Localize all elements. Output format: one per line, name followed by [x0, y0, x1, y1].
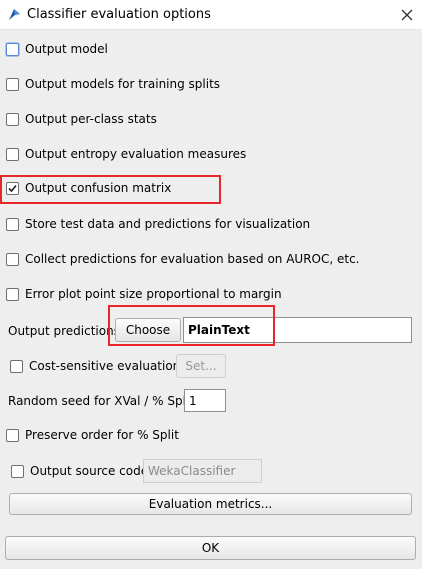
collect-predictions-option[interactable]: Collect predictions for evaluation based…	[6, 249, 360, 269]
preserve-order-label: Preserve order for % Split	[25, 428, 179, 442]
output-model-checkbox[interactable]	[6, 42, 19, 56]
random-seed-value: 1	[189, 393, 197, 408]
output-models-training-splits-checkbox[interactable]	[6, 77, 19, 91]
store-test-data-checkbox[interactable]	[6, 217, 19, 231]
collect-predictions-label: Collect predictions for evaluation based…	[25, 252, 360, 266]
checkmark-icon	[8, 184, 17, 192]
collect-predictions-checkbox[interactable]	[6, 252, 19, 266]
cost-sensitive-option[interactable]: Cost-sensitive evaluation	[10, 356, 180, 376]
output-predictions-label: Output predictions	[8, 324, 120, 338]
ok-button[interactable]: OK	[5, 536, 416, 560]
options-panel: Output model Output models for training …	[0, 30, 422, 569]
output-source-code-option[interactable]: Output source code	[11, 461, 148, 481]
choose-button[interactable]: Choose	[115, 318, 181, 342]
output-entropy-option[interactable]: Output entropy evaluation measures	[6, 144, 246, 164]
error-plot-checkbox[interactable]	[6, 287, 19, 301]
title-bar: Classifier evaluation options	[0, 0, 422, 30]
output-per-class-stats-label: Output per-class stats	[25, 112, 157, 126]
store-test-data-option[interactable]: Store test data and predictions for visu…	[6, 214, 310, 234]
output-confusion-matrix-checkbox[interactable]	[6, 181, 19, 195]
evaluation-metrics-button[interactable]: Evaluation metrics...	[9, 493, 412, 515]
output-confusion-matrix-label: Output confusion matrix	[25, 181, 172, 195]
preserve-order-checkbox[interactable]	[6, 428, 19, 442]
cost-sensitive-checkbox[interactable]	[10, 359, 23, 373]
random-seed-label: Random seed for XVal / % Split	[8, 394, 194, 408]
weka-app-icon	[9, 9, 20, 20]
output-entropy-checkbox[interactable]	[6, 147, 19, 161]
output-predictions-field[interactable]: PlainText	[183, 317, 412, 343]
output-model-option[interactable]: Output model	[6, 39, 108, 59]
error-plot-label: Error plot point size proportional to ma…	[25, 287, 282, 301]
preserve-order-option[interactable]: Preserve order for % Split	[6, 425, 179, 445]
output-model-label: Output model	[25, 42, 108, 56]
source-code-classname-value: WekaClassifier	[148, 464, 236, 478]
output-per-class-stats-option[interactable]: Output per-class stats	[6, 109, 157, 129]
output-source-code-checkbox[interactable]	[11, 464, 24, 478]
output-per-class-stats-checkbox[interactable]	[6, 112, 19, 126]
set-cost-matrix-button[interactable]: Set...	[176, 354, 226, 378]
output-entropy-label: Output entropy evaluation measures	[25, 147, 247, 161]
error-plot-option[interactable]: Error plot point size proportional to ma…	[6, 284, 282, 304]
cost-sensitive-label: Cost-sensitive evaluation	[29, 359, 181, 373]
close-icon[interactable]	[398, 6, 416, 24]
output-predictions-value: PlainText	[188, 323, 250, 337]
output-models-training-splits-label: Output models for training splits	[25, 77, 221, 91]
source-code-classname-field[interactable]: WekaClassifier	[143, 459, 262, 483]
random-seed-field[interactable]: 1	[184, 389, 226, 412]
output-models-training-splits-option[interactable]: Output models for training splits	[6, 74, 220, 94]
store-test-data-label: Store test data and predictions for visu…	[25, 217, 311, 231]
output-confusion-matrix-option[interactable]: Output confusion matrix	[6, 178, 171, 198]
window-title: Classifier evaluation options	[27, 7, 211, 22]
output-source-code-label: Output source code	[30, 464, 149, 478]
